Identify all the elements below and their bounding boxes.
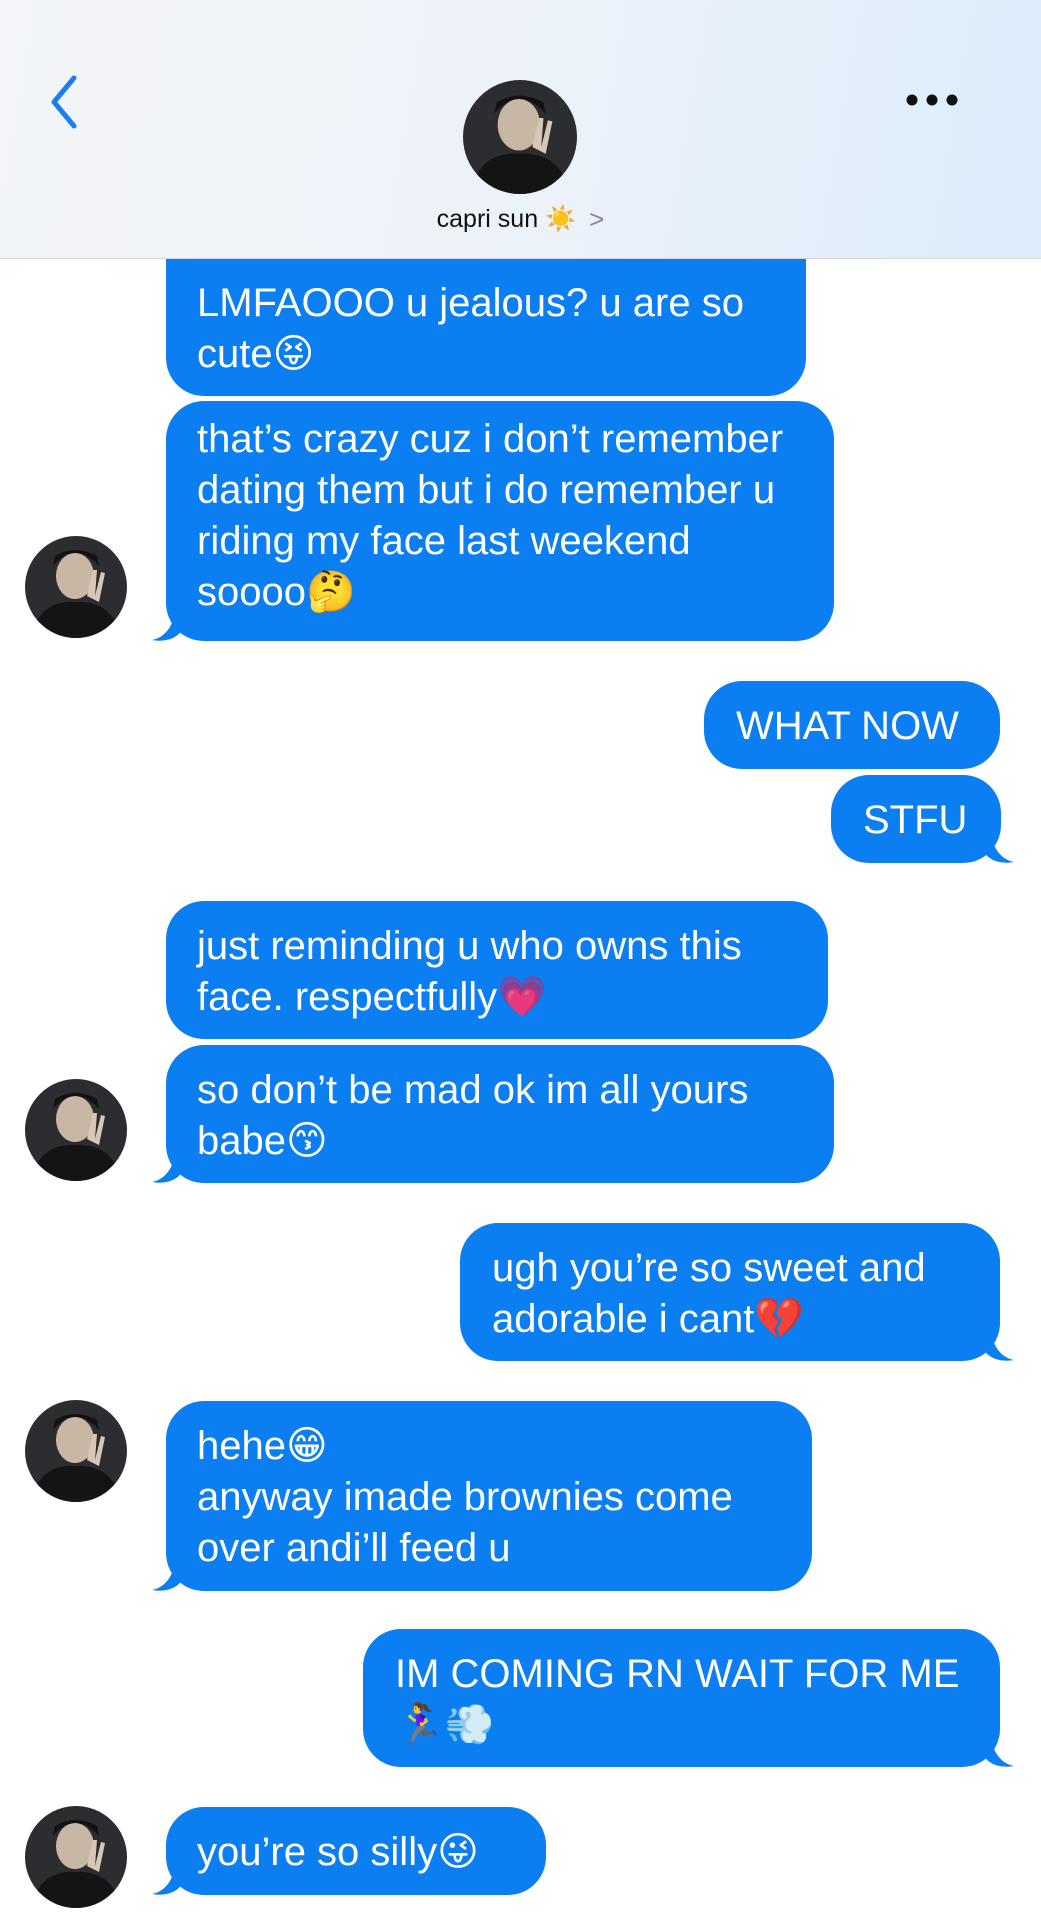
bubble-tail <box>152 1562 182 1591</box>
ellipsis-icon[interactable] <box>904 88 960 112</box>
message-bubble-received[interactable]: you’re so silly😜 <box>166 1807 546 1895</box>
message-bubble-received[interactable]: hehe😁 anyway imade brownies come over an… <box>166 1401 812 1591</box>
chevron-right-icon: > <box>589 204 605 234</box>
chevron-left-icon[interactable] <box>44 70 88 134</box>
bubble-tail <box>152 612 182 641</box>
avatar[interactable] <box>25 1400 127 1502</box>
sun-emoji: ☀️ <box>545 205 577 233</box>
contact-avatar[interactable] <box>463 80 577 194</box>
message-bubble-sent[interactable]: ugh you’re so sweet and adorable i cant💔 <box>460 1223 1000 1361</box>
bubble-tail <box>152 1866 182 1895</box>
message-bubble-sent[interactable]: IM COMING RN WAIT FOR ME 🏃‍♀️💨 <box>363 1629 1000 1767</box>
message-bubble-received[interactable]: LMFAOOO u jealous? u are so cute😝 <box>166 258 806 396</box>
avatar[interactable] <box>25 1079 127 1181</box>
bubble-tail <box>984 1332 1014 1361</box>
message-thread[interactable]: LMFAOOO u jealous? u are so cute😝 that’s… <box>0 0 1041 1920</box>
contact-name-button[interactable]: capri sun ☀️ > <box>0 204 1041 235</box>
avatar[interactable] <box>25 1806 127 1908</box>
message-bubble-received[interactable]: so don’t be mad ok im all yours babe😙 <box>166 1045 834 1183</box>
conversation-header: capri sun ☀️ > <box>0 0 1041 259</box>
message-bubble-sent[interactable]: WHAT NOW <box>704 681 1000 769</box>
message-bubble-sent[interactable]: STFU <box>831 775 1001 863</box>
bubble-tail <box>152 1154 182 1183</box>
bubble-tail <box>984 834 1014 863</box>
contact-name: capri sun <box>436 205 539 233</box>
avatar[interactable] <box>25 536 127 638</box>
message-bubble-received[interactable]: just reminding u who owns this face. res… <box>166 901 828 1039</box>
message-bubble-received[interactable]: that’s crazy cuz i don’t remember dating… <box>166 401 834 641</box>
bubble-tail <box>984 1738 1014 1767</box>
